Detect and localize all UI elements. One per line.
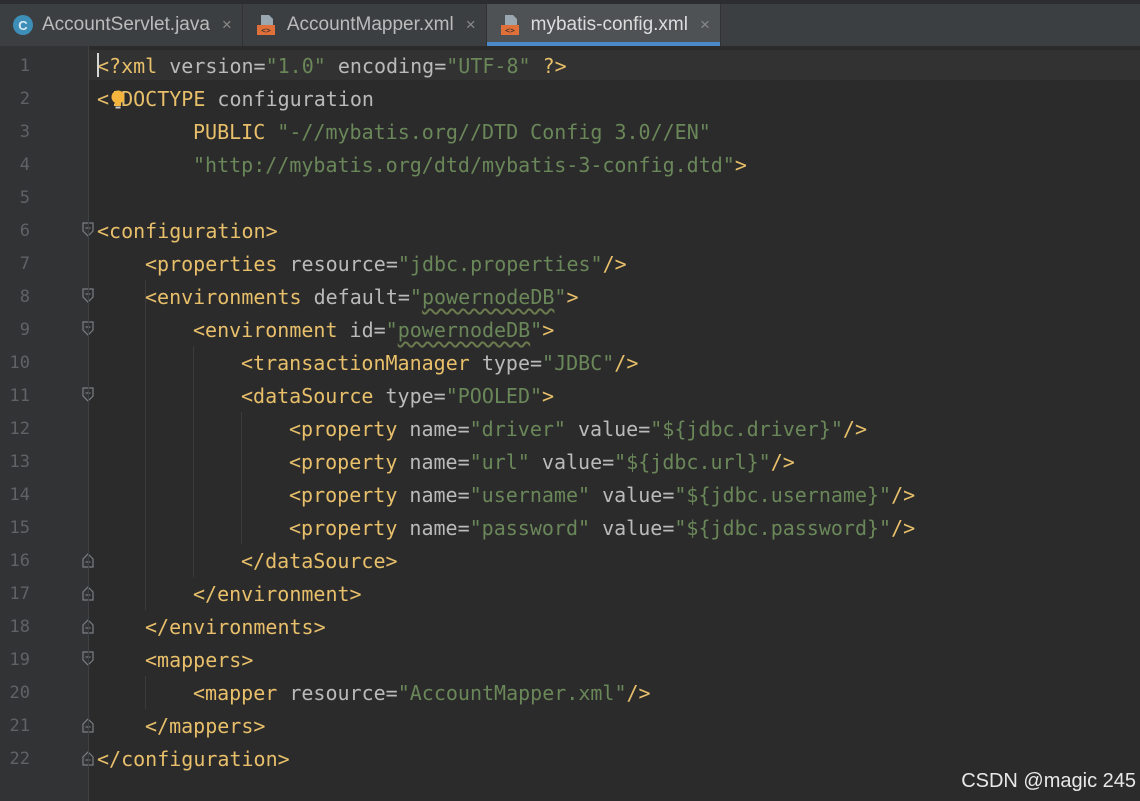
tab-label: AccountServlet.java <box>42 14 210 35</box>
line-number: 10 <box>9 353 30 373</box>
code-line-20: <mapper resource="AccountMapper.xml"/> <box>193 681 651 705</box>
code-line-1: <?xml version="1.0" encoding="UTF-8" ?> <box>97 54 567 78</box>
xml-file-icon: <> <box>256 14 276 36</box>
line-number: 2 <box>19 89 30 109</box>
svg-text:<>: <> <box>261 26 271 35</box>
code-line-15: <property name="password" value="${jdbc.… <box>289 516 916 540</box>
line-number: 11 <box>9 386 30 406</box>
line-number: 9 <box>19 320 30 340</box>
line-number: 21 <box>9 716 30 736</box>
line-number: 20 <box>9 683 30 703</box>
code-line-22: </configuration> <box>97 747 290 771</box>
tab-mybatis-config[interactable]: <> mybatis-config.xml × <box>486 4 721 46</box>
code-line-17: </environment> <box>193 582 362 606</box>
code-line-3: PUBLIC "-//mybatis.org//DTD Config 3.0//… <box>193 120 711 144</box>
code-line-16: </dataSource> <box>241 549 398 573</box>
code-line-6: <configuration> <box>97 219 278 243</box>
line-number: 16 <box>9 551 30 571</box>
tab-label: AccountMapper.xml <box>286 14 454 35</box>
close-icon[interactable]: × <box>466 15 476 35</box>
code-line-4: "http://mybatis.org/dtd/mybatis-3-config… <box>193 153 747 177</box>
code-line-8: <environments default="powernodeDB"> <box>145 285 579 309</box>
code-line-19: <mappers> <box>145 648 254 672</box>
line-number: 8 <box>19 287 30 307</box>
line-number: 13 <box>9 452 30 472</box>
code-line-14: <property name="username" value="${jdbc.… <box>289 483 916 507</box>
line-number: 14 <box>9 485 30 505</box>
code-line-13: <property name="url" value="${jdbc.url}"… <box>289 450 795 474</box>
lightbulb-icon[interactable] <box>110 90 126 110</box>
tab-label: mybatis-config.xml <box>530 14 688 35</box>
line-number-gutter: 1 2 3 4 5 6 7 8 9 10 11 12 13 14 15 16 1… <box>0 46 88 801</box>
code-line-21: </mappers> <box>145 714 266 738</box>
code-line-9: <environment id="powernodeDB"> <box>193 318 555 342</box>
line-number: 18 <box>9 617 30 637</box>
line-number: 1 <box>19 56 30 76</box>
line-number: 15 <box>9 518 30 538</box>
tab-account-servlet[interactable]: C AccountServlet.java × <box>0 4 243 46</box>
code-line-2: <!DOCTYPE configuration <box>97 87 374 111</box>
xml-file-icon: <> <box>500 14 520 36</box>
line-number: 3 <box>19 122 30 142</box>
code-line-7: <properties resource="jdbc.properties"/> <box>145 252 627 276</box>
close-icon[interactable]: × <box>222 15 232 35</box>
line-number: 12 <box>9 419 30 439</box>
code-line-18: </environments> <box>145 615 326 639</box>
line-number: 19 <box>9 650 30 670</box>
code-line-11: <dataSource type="POOLED"> <box>241 384 555 408</box>
java-class-icon: C <box>13 15 33 35</box>
text-caret <box>97 53 99 77</box>
line-number: 17 <box>9 584 30 604</box>
code-line-12: <property name="driver" value="${jdbc.dr… <box>289 417 868 441</box>
line-number: 7 <box>19 254 30 274</box>
code-editor[interactable]: <?xml version="1.0" encoding="UTF-8" ?> … <box>89 46 1140 801</box>
code-line-10: <transactionManager type="JDBC"/> <box>241 351 639 375</box>
tab-account-mapper[interactable]: <> AccountMapper.xml × <box>243 4 487 46</box>
close-icon[interactable]: × <box>700 15 710 35</box>
watermark: CSDN @magic 245 <box>961 770 1136 792</box>
line-number: 22 <box>9 749 30 769</box>
line-number: 6 <box>19 221 30 241</box>
svg-text:<>: <> <box>505 26 515 35</box>
line-number: 5 <box>19 188 30 208</box>
line-number: 4 <box>19 155 30 175</box>
editor-tab-bar: C AccountServlet.java × <> AccountMapper… <box>0 0 1140 46</box>
